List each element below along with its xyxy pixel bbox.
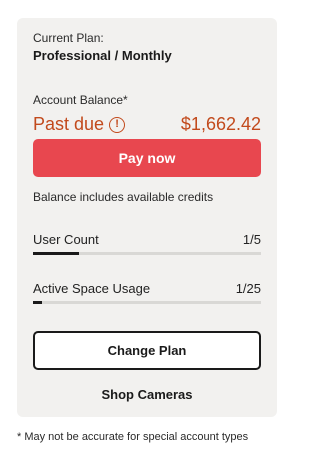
account-balance-label: Account Balance* — [33, 93, 128, 107]
user-count-label: User Count — [33, 232, 99, 247]
active-space-value: 1/25 — [235, 281, 261, 296]
alert-circle-icon: ! — [109, 116, 126, 133]
footnote: * May not be accurate for special accoun… — [17, 431, 249, 443]
active-space-bar-fill — [33, 301, 42, 304]
past-due-status: Past due ! — [33, 114, 126, 135]
user-count-bar-fill — [33, 252, 79, 255]
shop-cameras-link[interactable]: Shop Cameras — [33, 387, 261, 402]
balance-amount: $1,662.42 — [180, 114, 261, 134]
active-space-bar — [33, 301, 261, 304]
pay-now-button[interactable]: Pay now — [33, 139, 261, 177]
active-space-label: Active Space Usage — [33, 281, 151, 296]
billing-card: Current Plan: Professional / Monthly Acc… — [17, 18, 277, 417]
user-count-value: 1/5 — [242, 232, 261, 247]
change-plan-button[interactable]: Change Plan — [33, 331, 261, 370]
plan-name: Professional / Monthly — [33, 48, 172, 63]
user-count-bar — [33, 252, 261, 255]
credits-note: Balance includes available credits — [33, 190, 214, 204]
current-plan-label: Current Plan: — [33, 31, 104, 45]
past-due-label: Past due — [33, 114, 105, 134]
